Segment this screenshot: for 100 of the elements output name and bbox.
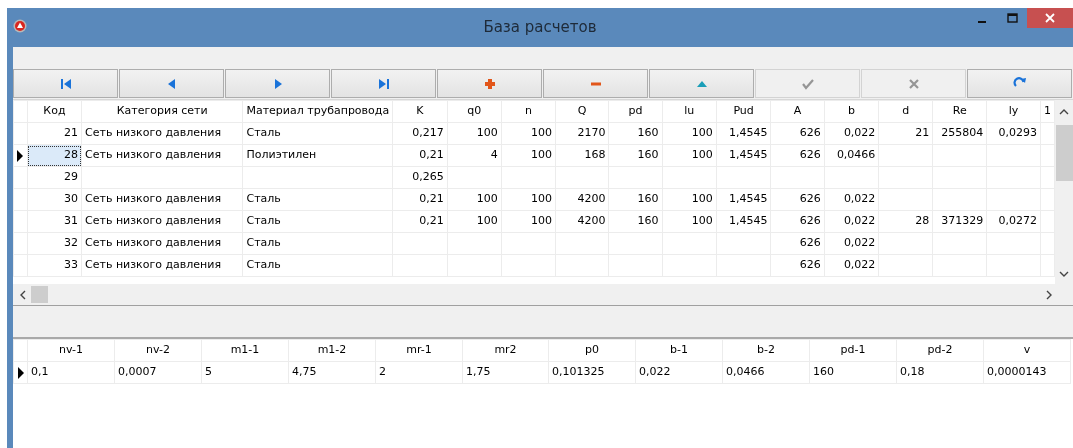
table-cell: 30 xyxy=(64,192,79,206)
column-header[interactable]: mr-1 xyxy=(375,339,463,362)
table-cell: 0,21 xyxy=(419,192,444,206)
navigator-button[interactable] xyxy=(437,69,542,98)
column-header[interactable]: v xyxy=(983,339,1071,362)
column-header[interactable]: m1-1 xyxy=(201,339,289,362)
table-cell: 0,217 xyxy=(412,126,444,140)
scroll-left-icon[interactable] xyxy=(19,289,27,300)
navigator-button[interactable] xyxy=(967,69,1072,98)
scroll-right-icon[interactable] xyxy=(1045,289,1053,300)
table-cell: Сеть низкого давления xyxy=(85,236,222,250)
table-cell: 0,21 xyxy=(419,148,444,162)
column-header[interactable]: Q xyxy=(555,100,609,123)
minimize-icon xyxy=(978,21,986,23)
table-cell: 100 xyxy=(531,214,552,228)
column-header[interactable]: d xyxy=(878,100,933,123)
table-cell: 100 xyxy=(531,126,552,140)
table-cell: 0,0000143 xyxy=(987,365,1047,379)
table-cell: 2170 xyxy=(577,126,606,140)
navigator-button[interactable] xyxy=(331,69,436,98)
column-header[interactable]: ly xyxy=(986,100,1041,123)
last-record-icon xyxy=(376,76,391,91)
table-cell: 100 xyxy=(691,148,713,162)
table-cell: 0,0466 xyxy=(726,365,765,379)
table-cell: 4,75 xyxy=(292,365,317,379)
table-cell: 0,0272 xyxy=(998,214,1037,228)
navigator-button[interactable] xyxy=(13,69,118,98)
table-cell: 4200 xyxy=(577,192,606,206)
table-cell: 0,022 xyxy=(843,236,876,250)
navigator-button[interactable] xyxy=(649,69,754,98)
table-cell: 160 xyxy=(813,365,834,379)
vertical-scrollbar[interactable] xyxy=(1055,100,1073,284)
table-cell: Сеть низкого давления xyxy=(85,126,222,140)
window-title: База расчетов xyxy=(483,17,597,37)
column-header[interactable]: Re xyxy=(932,100,987,123)
table-cell: 0,0293 xyxy=(998,126,1037,140)
scroll-thumb[interactable] xyxy=(31,286,48,303)
table-cell: 160 xyxy=(637,126,659,140)
table-cell: 100 xyxy=(476,192,498,206)
table-cell: Сеть низкого давления xyxy=(85,192,222,206)
close-icon xyxy=(1045,13,1055,23)
table-cell: 1,4545 xyxy=(728,126,768,140)
table-cell: 28 xyxy=(915,214,930,228)
table-cell: 21 xyxy=(915,126,930,140)
table-cell: 32 xyxy=(64,236,79,250)
scroll-thumb[interactable] xyxy=(1055,125,1073,181)
column-header[interactable]: b-2 xyxy=(722,339,810,362)
table-cell: Сталь xyxy=(246,192,281,206)
table-cell: 160 xyxy=(637,148,659,162)
table-cell: 0,022 xyxy=(843,192,876,206)
table-cell: 100 xyxy=(476,126,498,140)
column-header[interactable]: K xyxy=(392,100,448,123)
table-cell: 4 xyxy=(490,148,498,162)
table-cell: 100 xyxy=(691,192,713,206)
column-header[interactable]: b-1 xyxy=(635,339,723,362)
column-header[interactable]: lu xyxy=(662,100,717,123)
table-cell: 1,4545 xyxy=(728,148,768,162)
table-cell: 28 xyxy=(64,148,79,162)
column-header[interactable]: pd xyxy=(608,100,663,123)
column-header[interactable]: mr2 xyxy=(462,339,549,362)
column-header[interactable]: Pud xyxy=(716,100,771,123)
column-header[interactable]: p0 xyxy=(548,339,636,362)
scroll-down-icon[interactable] xyxy=(1059,270,1069,278)
table-cell: 371329 xyxy=(941,214,984,228)
table-cell: 0,265 xyxy=(412,170,444,184)
table-cell: 21 xyxy=(64,126,79,140)
table-cell: 0,022 xyxy=(639,365,671,379)
table-cell: Сталь xyxy=(246,236,281,250)
horizontal-scrollbar[interactable] xyxy=(13,284,1073,306)
table-cell: 2 xyxy=(379,365,386,379)
table-cell: 168 xyxy=(584,148,606,162)
column-header[interactable]: b xyxy=(824,100,879,123)
column-header[interactable]: pd-2 xyxy=(896,339,984,362)
column-header[interactable]: q0 xyxy=(447,100,502,123)
table-cell: 100 xyxy=(691,126,713,140)
column-header[interactable]: A xyxy=(770,100,825,123)
column-header[interactable]: Материал трубапровода xyxy=(242,100,393,123)
navigator-button[interactable] xyxy=(543,69,648,98)
column-header[interactable]: m1-2 xyxy=(288,339,376,362)
column-header[interactable]: nv-2 xyxy=(114,339,202,362)
table-cell: 626 xyxy=(799,236,821,250)
table-cell: 0,0007 xyxy=(118,365,157,379)
navigator-button[interactable] xyxy=(225,69,330,98)
table-cell: 0,21 xyxy=(419,214,444,228)
column-header[interactable]: n xyxy=(501,100,556,123)
table-cell: 255804 xyxy=(941,126,984,140)
close-button[interactable] xyxy=(1027,8,1073,28)
column-header[interactable]: Категория сети xyxy=(81,100,243,123)
column-header[interactable]: Код xyxy=(27,100,82,123)
table-cell: Сеть низкого давления xyxy=(85,258,222,272)
table-cell: 626 xyxy=(799,148,821,162)
table-cell: 1,4545 xyxy=(728,214,768,228)
scroll-up-icon[interactable] xyxy=(1059,108,1069,116)
navigator-button[interactable] xyxy=(119,69,224,98)
column-header[interactable]: pd-1 xyxy=(809,339,897,362)
table-cell: 0,101325 xyxy=(552,365,605,379)
column-header[interactable]: nv-1 xyxy=(27,339,115,362)
table-cell: 0,022 xyxy=(843,258,876,272)
table-cell: Сеть низкого давления xyxy=(85,214,222,228)
table-cell: Сталь xyxy=(246,258,281,272)
